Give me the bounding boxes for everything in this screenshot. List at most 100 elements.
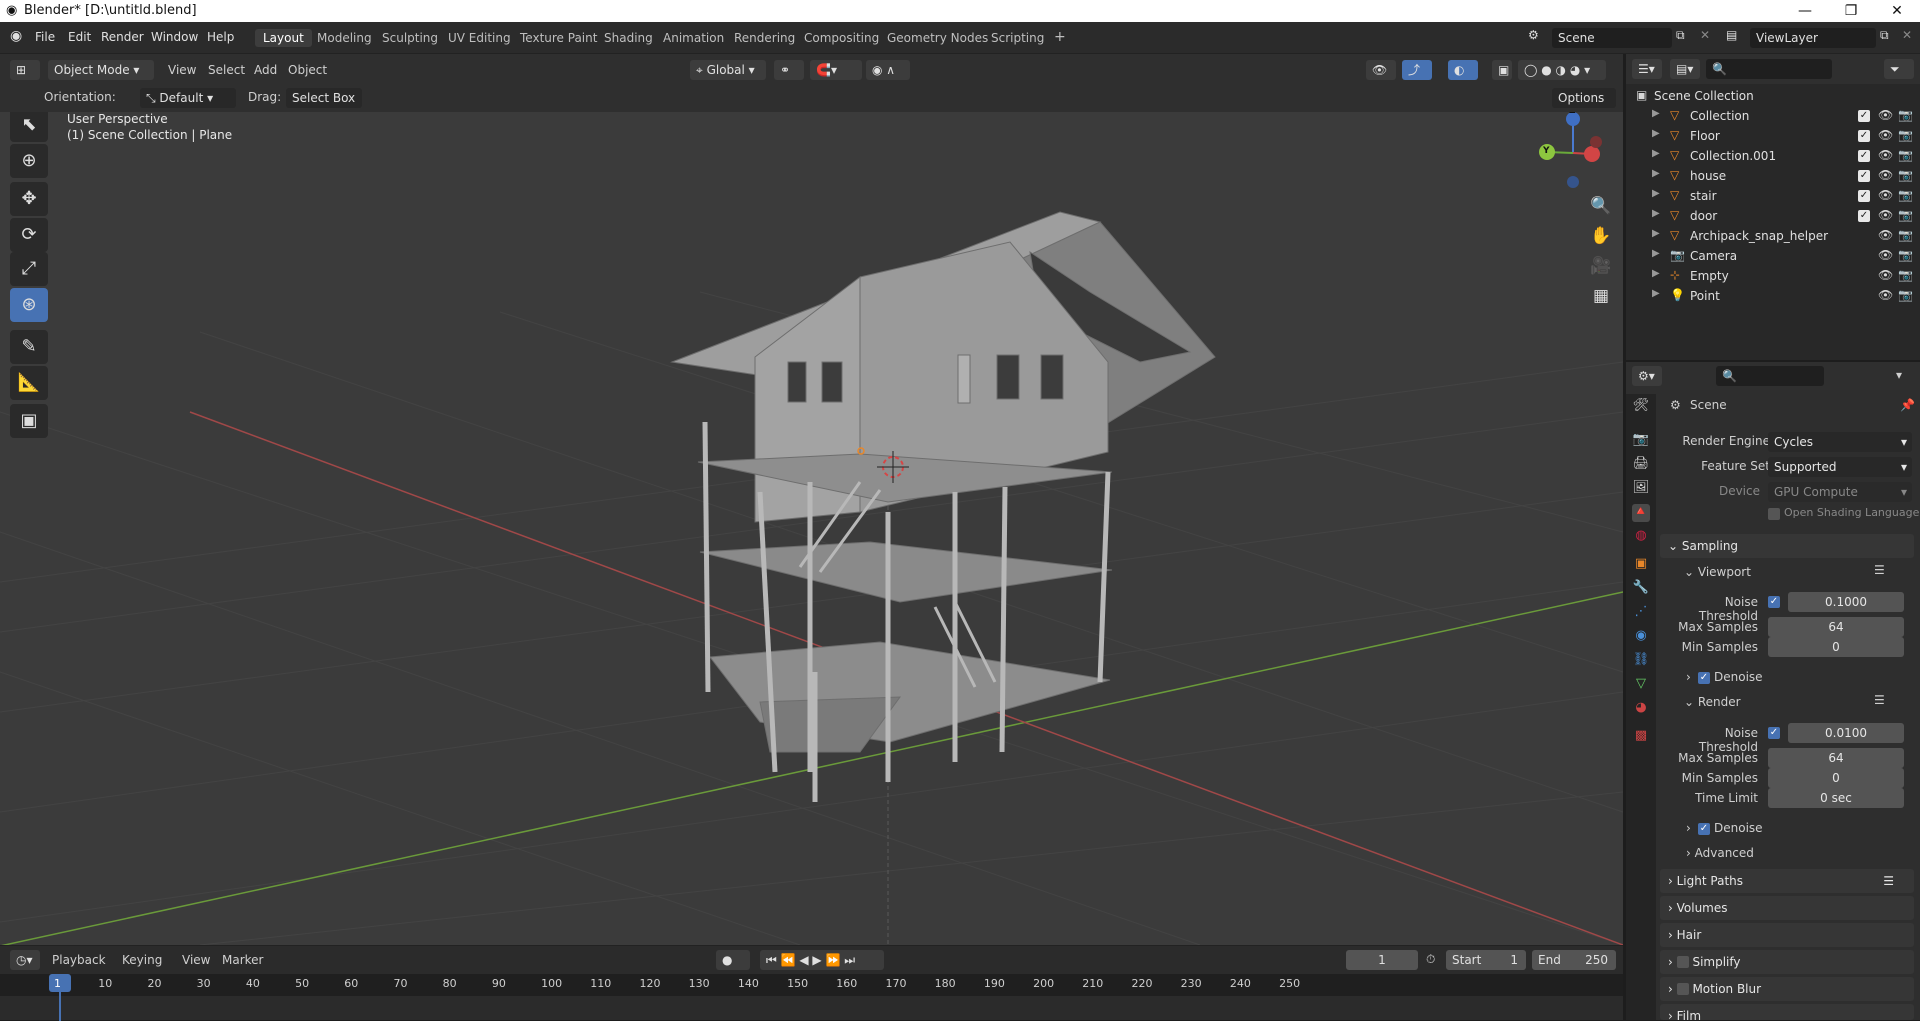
menu-window[interactable]: Window	[151, 30, 198, 44]
time-limit-field[interactable]: 0 sec	[1768, 788, 1904, 808]
gizmo-x-axis[interactable]	[1584, 146, 1600, 162]
menu-object[interactable]: Object	[288, 63, 327, 77]
tab-rendering[interactable]: Rendering	[726, 29, 803, 47]
output-tab-icon[interactable]: 🖨	[1632, 456, 1650, 474]
tab-animation[interactable]: Animation	[655, 29, 732, 47]
record-button[interactable]: ●	[716, 950, 750, 970]
eye-icon[interactable]: 👁	[1878, 208, 1893, 222]
film-panel-header[interactable]: › Film	[1660, 1004, 1914, 1020]
editor-type-icon[interactable]: ⊞	[10, 60, 40, 80]
expand-arrow-icon[interactable]: ▶	[1652, 168, 1660, 179]
view-layer-selector[interactable]: ViewLayer	[1750, 28, 1876, 48]
outliner-editor-type-icon[interactable]: ☰▾	[1632, 59, 1662, 79]
outliner-item[interactable]: ▶ ▽ Archipack_snap_helper 👁 📷	[1626, 226, 1920, 246]
motion-blur-panel-header[interactable]: › Motion Blur	[1660, 977, 1914, 1001]
viewport-denoise-chevron-icon[interactable]: ›	[1686, 670, 1691, 684]
viewport-min-field[interactable]: 0	[1768, 637, 1904, 657]
expand-arrow-icon[interactable]: ▶	[1652, 248, 1660, 259]
render-subpanel-header[interactable]: ⌄ Render	[1684, 695, 1741, 709]
annotate-tool[interactable]: ✎	[10, 330, 48, 364]
viewport-presets-icon[interactable]: ☰	[1874, 563, 1885, 577]
proportional-edit-icon[interactable]: ◉ ∧	[866, 60, 910, 80]
tab-shading[interactable]: Shading	[596, 29, 661, 47]
device-dropdown[interactable]: GPU Compute ▾	[1768, 482, 1912, 502]
3d-viewport[interactable]: Z Y User Perspective (1) Scene Collectio…	[0, 112, 1623, 945]
eye-icon[interactable]: 👁	[1878, 228, 1893, 242]
measure-tool[interactable]: 📐	[10, 366, 48, 400]
display-mode-icon[interactable]: ▤▾	[1670, 59, 1700, 79]
transform-orientation-selector[interactable]: ⌖ Global ▾	[690, 60, 766, 80]
menu-help[interactable]: Help	[207, 30, 234, 44]
viewport-denoise-checkbox[interactable]: ✓	[1698, 672, 1710, 684]
feature-set-dropdown[interactable]: Supported ▾	[1768, 457, 1912, 477]
pivot-icon[interactable]: ⚭	[774, 60, 804, 80]
render-camera-icon[interactable]: 📷	[1898, 188, 1913, 202]
properties-editor-type-icon[interactable]: ⚙▾	[1632, 366, 1662, 386]
delete-view-layer-icon[interactable]: ✕	[1902, 28, 1912, 42]
expand-arrow-icon[interactable]: ▶	[1652, 288, 1660, 299]
overlay-toggle-icon[interactable]: ◐	[1448, 60, 1478, 80]
expand-arrow-icon[interactable]: ▶	[1652, 188, 1660, 199]
hair-panel-header[interactable]: › Hair	[1660, 923, 1914, 947]
snap-icon[interactable]: 🧲▾	[810, 60, 862, 80]
eye-icon[interactable]: 👁	[1878, 288, 1893, 302]
minimize-button[interactable]: —	[1782, 0, 1828, 22]
render-noise-checkbox[interactable]: ✓	[1768, 727, 1780, 739]
render-camera-icon[interactable]: 📷	[1898, 168, 1913, 182]
eye-icon[interactable]: 👁	[1878, 168, 1893, 182]
outliner-item[interactable]: ▶ ▽ Collection.001 ✓ 👁 📷	[1626, 146, 1920, 166]
eye-icon[interactable]: 👁	[1878, 188, 1893, 202]
visibility-selector-icon[interactable]: 👁	[1366, 60, 1396, 80]
add-cube-tool[interactable]: ▣	[10, 404, 48, 438]
render-camera-icon[interactable]: 📷	[1898, 128, 1913, 142]
timeline-editor-type-icon[interactable]: ◷▾	[10, 950, 40, 970]
select-box-tool[interactable]: ⬉	[10, 112, 48, 142]
viewport-subpanel-header[interactable]: ⌄ Viewport	[1684, 565, 1751, 579]
tab-compositing[interactable]: Compositing	[796, 29, 887, 47]
exclude-checkbox[interactable]: ✓	[1858, 170, 1870, 182]
sampling-panel-header[interactable]: ⌄ Sampling	[1660, 534, 1914, 558]
physics-tab-icon[interactable]: ◉	[1632, 628, 1650, 646]
constraints-tab-icon[interactable]: ⛓	[1632, 652, 1650, 670]
outliner-item[interactable]: ▶ 💡 Point 👁 📷	[1626, 286, 1920, 306]
exclude-checkbox[interactable]: ✓	[1858, 190, 1870, 202]
particles-tab-icon[interactable]: ⋰	[1632, 604, 1650, 622]
new-scene-icon[interactable]: ⧉	[1676, 28, 1685, 43]
expand-arrow-icon[interactable]: ▶	[1652, 228, 1660, 239]
render-camera-icon[interactable]: 📷	[1898, 108, 1913, 122]
tab-geometry-nodes[interactable]: Geometry Nodes	[879, 29, 996, 47]
outliner-item[interactable]: ▶ ▽ house ✓ 👁 📷	[1626, 166, 1920, 186]
render-camera-icon[interactable]: 📷	[1898, 268, 1913, 282]
viewport-noise-field[interactable]: 0.1000	[1788, 592, 1904, 612]
properties-search-field[interactable]: 🔍	[1716, 366, 1824, 386]
simplify-panel-header[interactable]: › Simplify	[1660, 950, 1914, 974]
render-camera-icon[interactable]: 📷	[1898, 148, 1913, 162]
scene-selector[interactable]: Scene	[1552, 28, 1672, 48]
render-engine-dropdown[interactable]: Cycles ▾	[1768, 432, 1912, 452]
gizmo-neg-z-axis[interactable]	[1567, 176, 1579, 188]
data-tab-icon[interactable]: ▽	[1632, 676, 1650, 694]
move-tool[interactable]: ✥	[10, 182, 48, 216]
exclude-checkbox[interactable]: ✓	[1858, 150, 1870, 162]
eye-icon[interactable]: 👁	[1878, 148, 1893, 162]
osl-checkbox[interactable]	[1768, 508, 1780, 520]
properties-options-icon[interactable]: ▾	[1896, 368, 1902, 382]
shading-modes-icon[interactable]: ◯ ● ◑ ◕ ▾	[1518, 60, 1606, 80]
modifier-tab-icon[interactable]: 🔧	[1632, 580, 1650, 598]
volumes-panel-header[interactable]: › Volumes	[1660, 896, 1914, 920]
expand-arrow-icon[interactable]: ▶	[1652, 108, 1660, 119]
gizmo-toggle-icon[interactable]: ⤴	[1402, 60, 1432, 80]
orientation-selector[interactable]: ⤡ Default ▾	[140, 88, 236, 108]
scene-browse-icon[interactable]: ⚙	[1528, 28, 1539, 42]
expand-arrow-icon[interactable]: ▶	[1652, 208, 1660, 219]
xray-toggle-icon[interactable]: ▣	[1492, 60, 1512, 80]
render-camera-icon[interactable]: 📷	[1898, 288, 1913, 302]
ortho-grid-icon[interactable]: ▦	[1587, 282, 1615, 310]
exclude-checkbox[interactable]: ✓	[1858, 110, 1870, 122]
render-camera-icon[interactable]: 📷	[1898, 228, 1913, 242]
material-tab-icon[interactable]: ◕	[1632, 700, 1650, 718]
playback-controls[interactable]: ⏮ ⏪ ◀ ▶ ⏩ ⏭	[760, 950, 884, 970]
render-camera-icon[interactable]: 📷	[1898, 248, 1913, 262]
outliner-item[interactable]: ▶ ▽ stair ✓ 👁 📷	[1626, 186, 1920, 206]
camera-view-icon[interactable]: 🎥	[1587, 252, 1615, 280]
